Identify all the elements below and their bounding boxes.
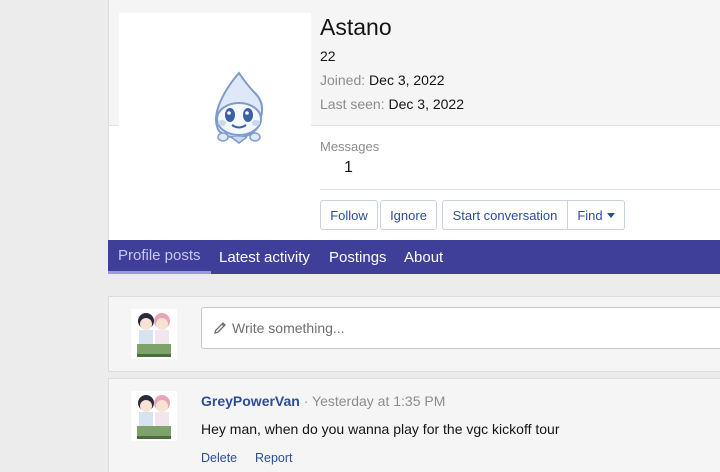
messages-stat: Messages 1 bbox=[320, 139, 379, 177]
user-avatar-icon bbox=[131, 309, 177, 359]
profile-avatar[interactable] bbox=[119, 13, 311, 205]
composer-panel: Write something... bbox=[108, 296, 720, 372]
joined-date[interactable]: Dec 3, 2022 bbox=[369, 72, 445, 88]
profile-name: Astano bbox=[320, 14, 392, 40]
vanillite-avatar-icon bbox=[215, 71, 264, 144]
find-label: Find bbox=[577, 207, 603, 223]
pencil-icon bbox=[214, 322, 226, 334]
profile-user-title: 22 bbox=[320, 48, 336, 64]
report-link[interactable]: Report bbox=[255, 451, 293, 465]
post-separator: · bbox=[303, 393, 309, 409]
chevron-down-icon bbox=[606, 212, 615, 218]
find-menu-button[interactable]: Find bbox=[568, 201, 624, 229]
last-seen-date[interactable]: Dec 3, 2022 bbox=[389, 96, 465, 112]
stats-divider bbox=[320, 189, 720, 190]
follow-button[interactable]: Follow bbox=[320, 200, 378, 230]
profile-post-item: GreyPowerVan · Yesterday at 1:35 PM Hey … bbox=[108, 378, 720, 472]
messages-label: Messages bbox=[320, 139, 380, 154]
conversation-find-group: Start conversation Find bbox=[442, 200, 625, 230]
post-header: GreyPowerVan · Yesterday at 1:35 PM bbox=[201, 393, 445, 409]
delete-link[interactable]: Delete bbox=[201, 451, 237, 465]
current-user-avatar[interactable] bbox=[131, 309, 177, 359]
joined-label: Joined: bbox=[320, 72, 366, 88]
joined-line: Joined: Dec 3, 2022 bbox=[320, 72, 445, 88]
ignore-button[interactable]: Ignore bbox=[380, 200, 437, 230]
profile-post-placeholder: Write something... bbox=[232, 320, 345, 336]
last-seen-line: Last seen: Dec 3, 2022 bbox=[320, 96, 464, 112]
user-avatar-icon bbox=[131, 391, 177, 441]
post-author-link[interactable]: GreyPowerVan bbox=[201, 393, 300, 409]
post-timestamp[interactable]: Yesterday at 1:35 PM bbox=[312, 393, 445, 409]
last-seen-label: Last seen: bbox=[320, 96, 385, 112]
post-author-avatar[interactable] bbox=[131, 391, 177, 441]
tab-profile-posts[interactable]: Profile posts bbox=[108, 240, 211, 274]
profile-tab-bar: Profile posts Latest activity Postings A… bbox=[108, 240, 720, 274]
tab-postings[interactable]: Postings bbox=[329, 240, 387, 274]
messages-count[interactable]: 1 bbox=[320, 159, 379, 177]
start-conversation-button[interactable]: Start conversation bbox=[443, 201, 568, 229]
profile-block: Astano 22 Joined: Dec 3, 2022 Last seen:… bbox=[108, 0, 720, 240]
tab-about[interactable]: About bbox=[404, 240, 443, 274]
post-body: Hey man, when do you wanna play for the … bbox=[201, 421, 560, 437]
profile-post-input[interactable]: Write something... bbox=[201, 307, 720, 349]
tab-latest-activity[interactable]: Latest activity bbox=[219, 240, 310, 274]
